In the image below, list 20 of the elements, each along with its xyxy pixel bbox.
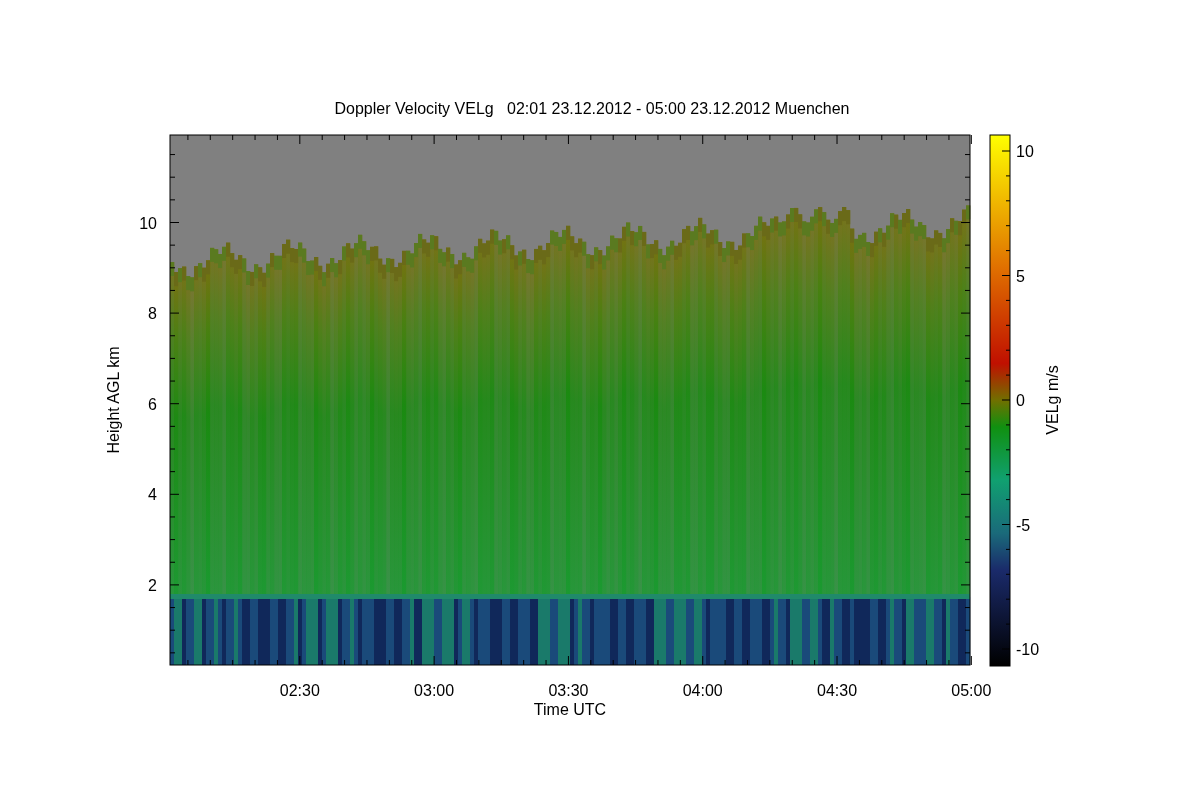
colorbar-tick-label: 0 (1016, 392, 1025, 409)
colorbar-tick-label: -10 (1016, 641, 1040, 658)
colorbar-tick-label: 10 (1016, 143, 1034, 160)
colorbar-tick-label: 5 (1016, 267, 1025, 285)
y-tick-label: 6 (148, 395, 157, 413)
y-axis-label: Height AGL km (105, 346, 122, 454)
x-tick-label: 05:00 (951, 682, 992, 699)
y-tick-label: 10 (139, 214, 157, 232)
y-tick-label: 8 (148, 305, 157, 323)
chart-title: Doppler Velocity VELg 02:01 23.12.2012 - 05:00 23.12.2012 Muenchen (334, 100, 850, 117)
x-tick-label: 04:30 (817, 682, 858, 699)
x-tick-label: 04:00 (682, 682, 723, 699)
x-tick-label: 02:30 (279, 682, 320, 699)
y-tick-label: 2 (148, 576, 157, 594)
y-tick-label: 4 (148, 486, 157, 504)
x-tick-label: 03:30 (548, 682, 589, 699)
x-axis-label: Time UTC (533, 701, 607, 718)
x-tick-label: 03:00 (414, 682, 455, 699)
colorbar-label: VELg m/s (1044, 365, 1061, 435)
colorbar-tick-label: -5 (1016, 516, 1031, 534)
